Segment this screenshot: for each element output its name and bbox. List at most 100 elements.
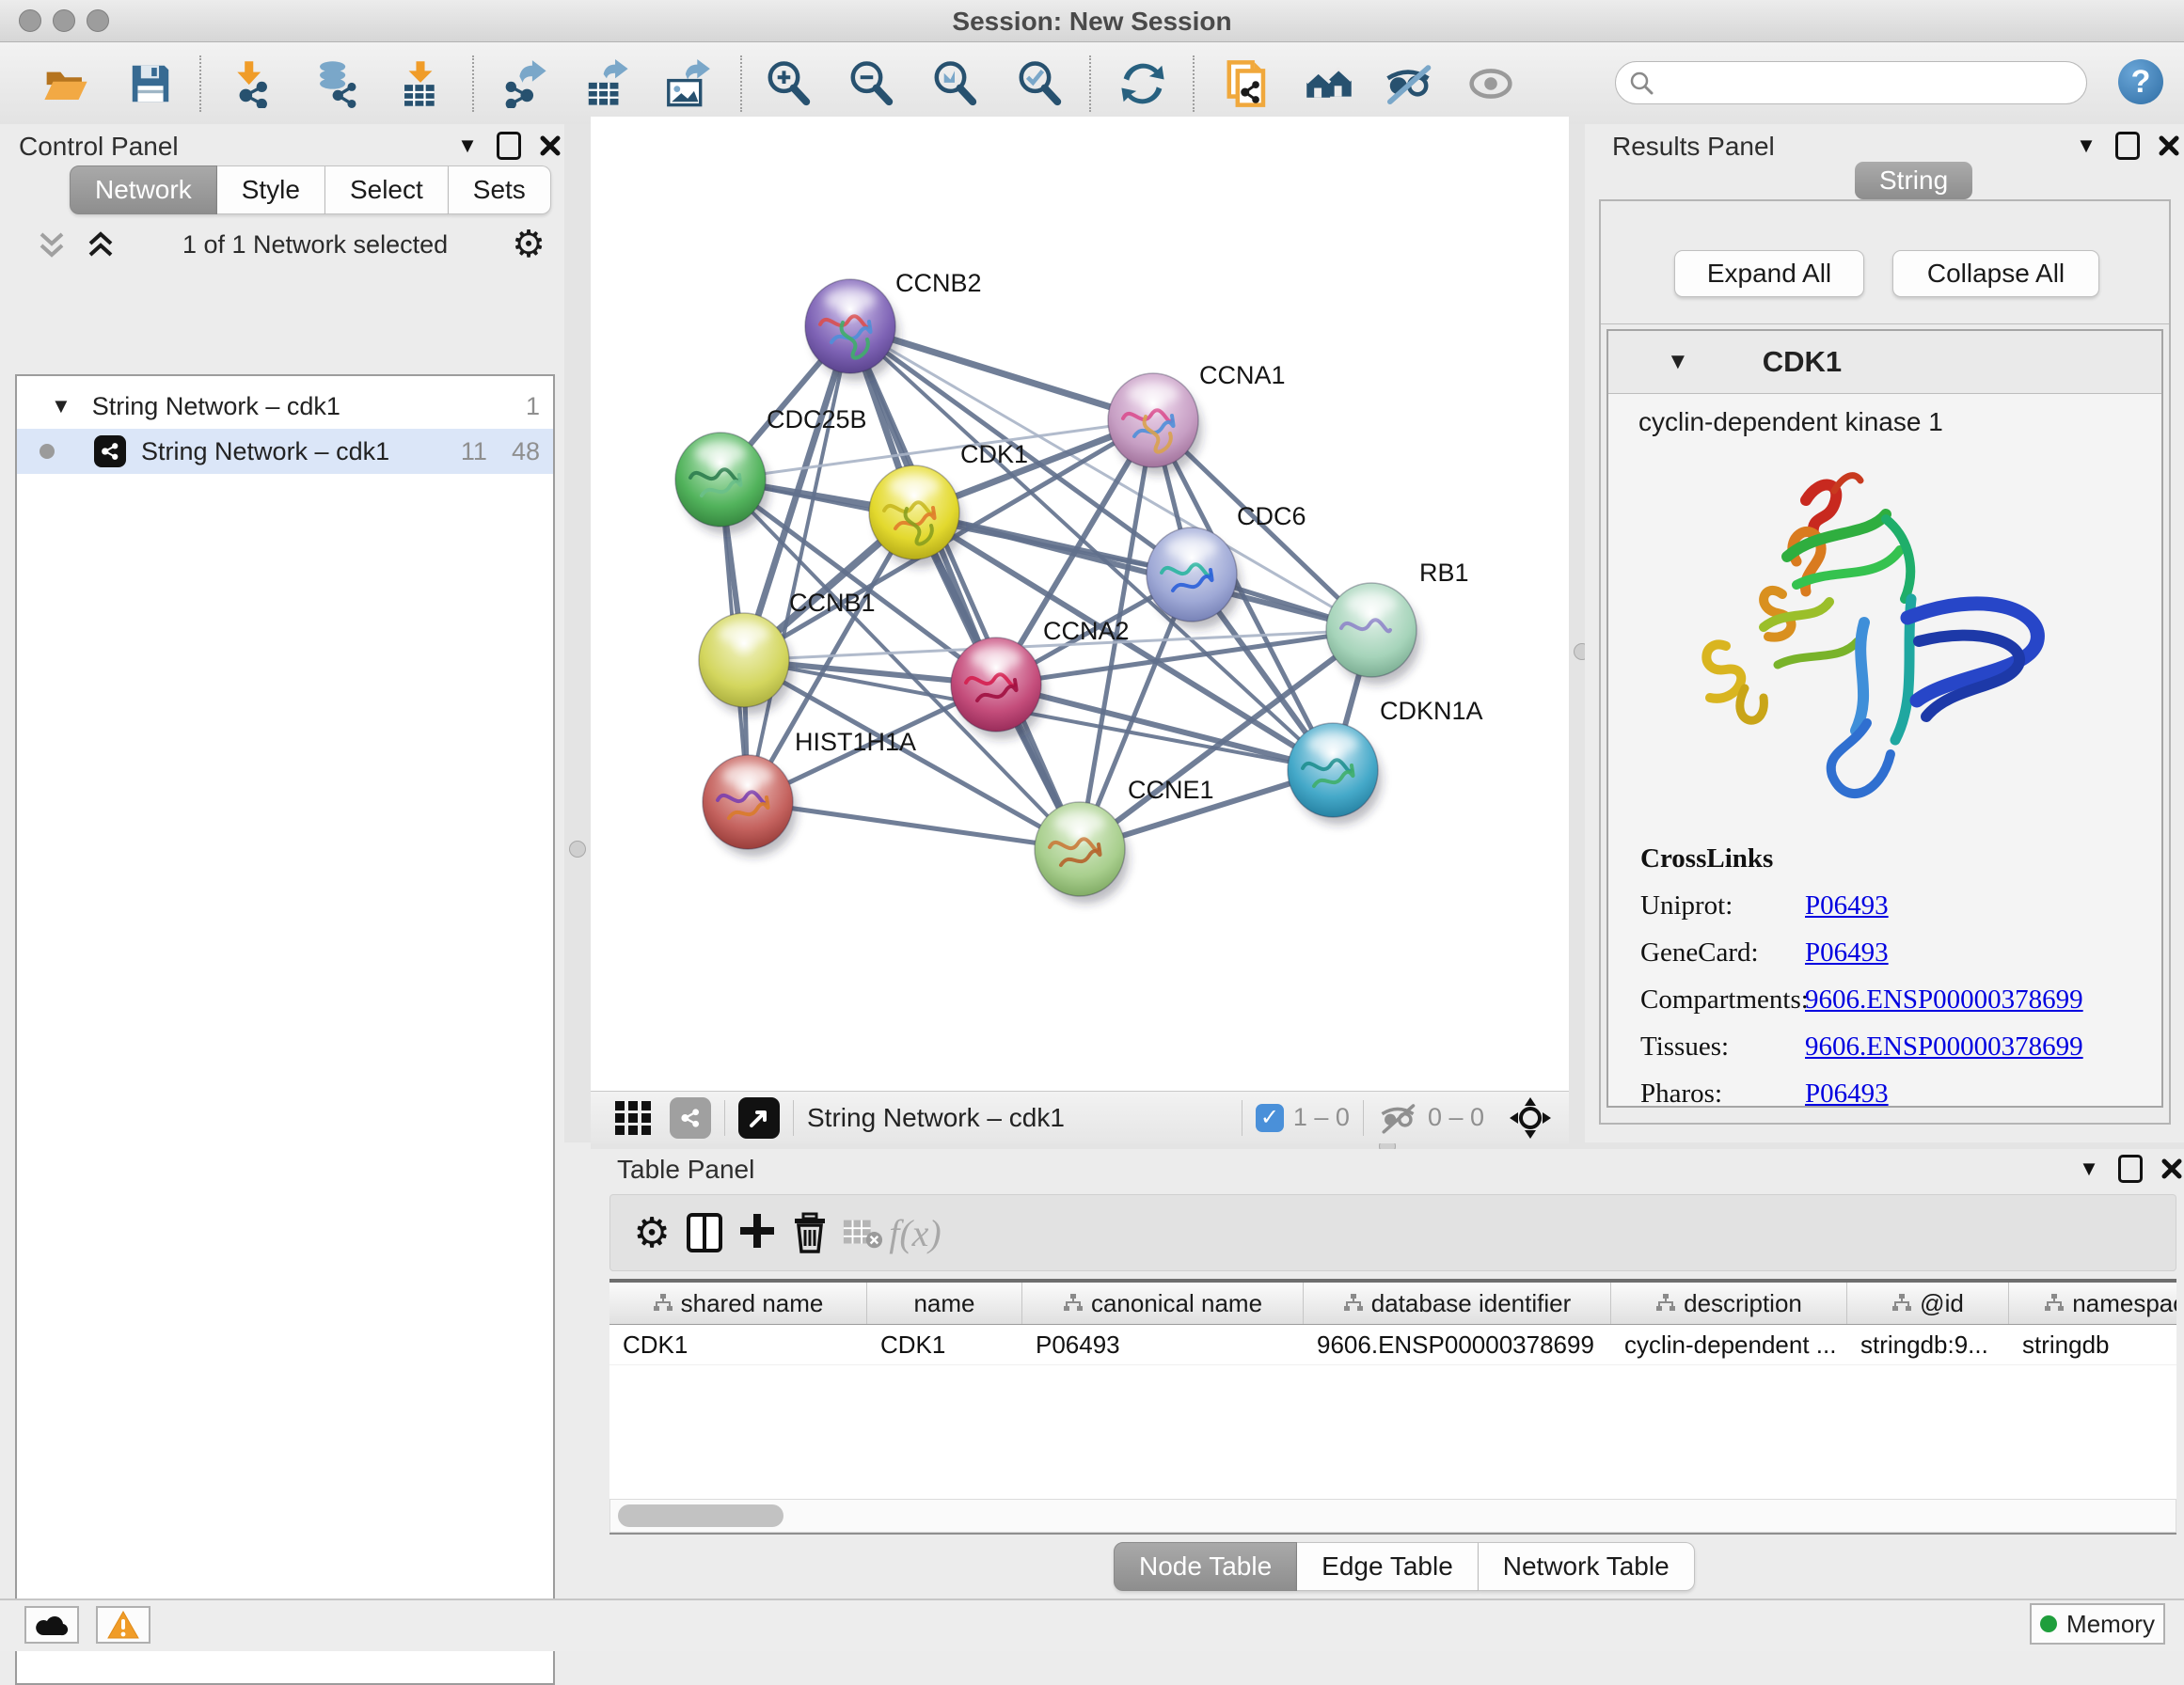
export-table-icon[interactable] — [582, 59, 631, 108]
panel-float-icon[interactable]: ▼ — [2075, 1155, 2103, 1183]
table-cell[interactable]: CDK1 — [609, 1325, 867, 1364]
birdseye-grid-icon[interactable] — [613, 1097, 655, 1139]
tab-network-table[interactable]: Network Table — [1479, 1542, 1695, 1591]
export-network-icon[interactable] — [500, 59, 549, 108]
save-session-icon[interactable] — [126, 59, 175, 108]
panel-maximize-icon[interactable] — [2116, 1155, 2144, 1183]
collapse-all-button[interactable]: Collapse All — [1892, 250, 2099, 297]
tab-string[interactable]: String — [1855, 162, 1972, 199]
create-column-icon[interactable] — [731, 1206, 783, 1259]
node-table[interactable]: shared namenamecanonical namedatabase id… — [609, 1279, 2176, 1535]
refresh-icon[interactable] — [1118, 59, 1167, 108]
control-panel-tabs: Network Style Select Sets — [70, 165, 551, 214]
node-CCNA1[interactable] — [1108, 373, 1202, 475]
column-header-database-identifier[interactable]: database identifier — [1304, 1283, 1611, 1324]
collapse-all-networks-icon[interactable] — [34, 227, 70, 262]
selected-counts-checkbox-icon[interactable]: ✓ — [1256, 1104, 1284, 1132]
column-header-namespace[interactable]: namespace — [2009, 1283, 2176, 1324]
tab-node-table[interactable]: Node Table — [1114, 1542, 1297, 1591]
horizontal-splitter[interactable] — [591, 1142, 2184, 1149]
expand-all-networks-icon[interactable] — [83, 227, 119, 262]
table-cell[interactable]: P06493 — [1022, 1325, 1304, 1364]
memory-button[interactable]: Memory — [2030, 1603, 2165, 1645]
network-selection-status: 1 of 1 Network selected — [119, 230, 512, 260]
fit-content-crosshair-icon[interactable] — [1509, 1096, 1552, 1140]
network-options-gear-icon[interactable]: ⚙ — [512, 223, 546, 266]
network-row-selected[interactable]: String Network – cdk1 11 48 — [17, 429, 553, 474]
share-network-icon[interactable] — [670, 1097, 711, 1139]
column-header-canonical-name[interactable]: canonical name — [1022, 1283, 1304, 1324]
panel-close-icon[interactable] — [2158, 1155, 2184, 1183]
search-input[interactable] — [1661, 68, 2086, 99]
cloud-sync-button[interactable] — [24, 1606, 79, 1644]
open-in-window-icon[interactable] — [738, 1097, 780, 1139]
tab-edge-table[interactable]: Edge Table — [1297, 1542, 1479, 1591]
table-settings-gear-icon[interactable]: ⚙ — [625, 1206, 678, 1259]
column-header-name[interactable]: name — [867, 1283, 1022, 1324]
table-cell[interactable]: stringdb — [2009, 1325, 2176, 1364]
hidden-counts-eye-icon[interactable] — [1377, 1099, 1418, 1137]
left-splitter-handle[interactable] — [569, 841, 586, 858]
delete-column-icon[interactable] — [783, 1206, 836, 1259]
tab-network[interactable]: Network — [70, 165, 217, 214]
node-CDKN1A[interactable] — [1288, 723, 1382, 825]
import-network-database-icon[interactable] — [311, 59, 360, 108]
node-CCNE1[interactable] — [1035, 802, 1129, 904]
tab-sets[interactable]: Sets — [449, 165, 551, 214]
import-table-file-icon[interactable] — [396, 59, 445, 108]
crosslink-link[interactable]: P06493 — [1805, 890, 1889, 921]
crosslink-link[interactable]: P06493 — [1805, 1079, 1889, 1110]
import-network-file-icon[interactable] — [227, 59, 276, 108]
show-all-icon[interactable] — [1466, 59, 1515, 108]
crosslink-label: Compartments: — [1640, 984, 1805, 1016]
string-home-icon[interactable] — [1305, 59, 1353, 108]
table-cell[interactable]: cyclin-dependent ... — [1611, 1325, 1847, 1364]
table-cell[interactable]: CDK1 — [867, 1325, 1022, 1364]
panel-maximize-icon[interactable] — [2113, 132, 2142, 160]
scrollbar-thumb[interactable] — [618, 1504, 783, 1527]
node-CDC25B[interactable] — [675, 433, 769, 534]
zoom-in-icon[interactable] — [764, 59, 813, 108]
column-header--id[interactable]: @id — [1847, 1283, 2009, 1324]
node-HIST1H1A[interactable] — [703, 755, 797, 857]
tab-select[interactable]: Select — [325, 165, 449, 214]
node-RB1[interactable] — [1326, 583, 1420, 685]
table-cell[interactable]: 9606.ENSP00000378699 — [1304, 1325, 1611, 1364]
column-header-shared-name[interactable]: shared name — [609, 1283, 867, 1324]
network-canvas[interactable]: CCNB2CCNA1CDC25BCDK1CDC6RB1CCNB1CCNA2CDK… — [591, 117, 1569, 1091]
node-CDK1[interactable] — [869, 465, 963, 567]
table-horizontal-scrollbar[interactable] — [609, 1499, 2176, 1533]
node-label-CDC6: CDC6 — [1237, 502, 1306, 530]
help-button[interactable]: ? — [2118, 59, 2163, 104]
crosslink-link[interactable]: 9606.ENSP00000378699 — [1805, 984, 2083, 1016]
left-splitter[interactable] — [564, 124, 591, 1142]
show-columns-icon[interactable] — [678, 1206, 731, 1259]
zoom-out-icon[interactable] — [847, 59, 895, 108]
tab-style[interactable]: Style — [217, 165, 325, 214]
network-collection-row[interactable]: ▼ String Network – cdk1 1 — [17, 384, 553, 429]
entry-collapse-icon[interactable]: ▼ — [1667, 349, 1689, 375]
cloud-icon — [35, 1613, 69, 1637]
panel-maximize-icon[interactable] — [495, 132, 523, 160]
crosslink-link[interactable]: P06493 — [1805, 937, 1889, 968]
warnings-button[interactable] — [96, 1606, 150, 1644]
hide-selected-icon[interactable] — [1384, 59, 1432, 108]
string-network-graph[interactable]: CCNB2CCNA1CDC25BCDK1CDC6RB1CCNB1CCNA2CDK… — [591, 117, 1569, 1091]
column-header-description[interactable]: description — [1611, 1283, 1847, 1324]
panel-float-icon[interactable]: ▼ — [2072, 132, 2100, 160]
collection-expand-icon[interactable]: ▼ — [51, 394, 71, 418]
crosslink-link[interactable]: 9606.ENSP00000378699 — [1805, 1031, 2083, 1063]
panel-close-icon[interactable] — [2155, 132, 2183, 160]
panel-close-icon[interactable] — [536, 132, 564, 160]
copy-network-icon[interactable] — [1223, 59, 1272, 108]
panel-float-icon[interactable]: ▼ — [453, 132, 482, 160]
open-session-icon[interactable] — [41, 59, 90, 108]
node-CCNA2[interactable] — [951, 638, 1045, 739]
zoom-selected-icon[interactable] — [1015, 59, 1064, 108]
export-image-icon[interactable] — [662, 59, 711, 108]
zoom-fit-icon[interactable] — [930, 59, 979, 108]
search-field[interactable] — [1615, 61, 2087, 104]
expand-all-button[interactable]: Expand All — [1674, 250, 1864, 297]
table-row[interactable]: CDK1CDK1P064939606.ENSP00000378699cyclin… — [609, 1325, 2176, 1365]
table-cell[interactable]: stringdb:9... — [1847, 1325, 2009, 1364]
